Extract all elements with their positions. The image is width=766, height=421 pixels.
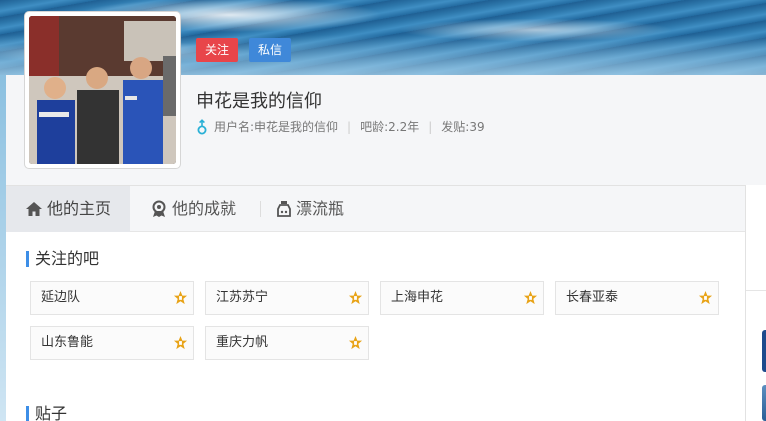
star-badge-icon xyxy=(173,335,188,350)
sidebar-divider xyxy=(746,290,766,291)
followed-bars-title: 关注的吧 xyxy=(26,251,99,267)
bar-card-name: 上海申花 xyxy=(391,290,444,305)
main-content: 他的主页 他的成就 漂流瓶 关注的吧 延边队 江苏苏宁 上海申花 长春亚泰 山东… xyxy=(6,185,745,421)
profile-tabs: 他的主页 他的成就 漂流瓶 xyxy=(6,186,745,232)
star-badge-icon xyxy=(348,290,363,305)
star-badge-icon xyxy=(698,290,713,305)
meta-bar-age: 吧龄:2.2年 xyxy=(360,120,420,134)
bottle-icon xyxy=(277,201,291,217)
sidebar-thumbnail[interactable] xyxy=(762,330,766,372)
medal-icon xyxy=(152,200,166,217)
profile-meta: 用户名:申花是我的信仰 | 吧龄:2.2年 | 发贴:39 xyxy=(196,118,485,135)
follow-button[interactable]: 关注 xyxy=(196,38,239,62)
home-icon xyxy=(26,202,42,216)
tab-drift-bottle-label: 漂流瓶 xyxy=(296,199,345,218)
bar-card-name: 江苏苏宁 xyxy=(216,290,269,305)
tab-divider xyxy=(260,201,261,217)
meta-divider: | xyxy=(428,119,433,134)
bar-card-name: 重庆力帆 xyxy=(216,335,269,350)
star-badge-icon xyxy=(173,290,188,305)
bar-card-name: 山东鲁能 xyxy=(41,335,94,350)
tab-achievements-label: 他的成就 xyxy=(172,199,237,218)
bar-card-name: 延边队 xyxy=(41,290,81,305)
star-badge-icon xyxy=(523,290,538,305)
bar-card[interactable]: 长春亚泰 xyxy=(555,281,719,315)
right-sidebar xyxy=(745,185,766,421)
bar-card-name: 长春亚泰 xyxy=(566,290,619,305)
tab-achievements[interactable]: 他的成就 xyxy=(150,186,236,232)
message-button[interactable]: 私信 xyxy=(249,38,292,62)
avatar-photo xyxy=(29,16,176,164)
meta-divider: | xyxy=(347,119,352,134)
tab-home[interactable]: 他的主页 xyxy=(6,186,130,232)
avatar-frame[interactable] xyxy=(24,11,181,169)
tab-drift-bottle[interactable]: 漂流瓶 xyxy=(276,186,344,232)
male-gender-icon xyxy=(197,118,207,134)
avatar[interactable] xyxy=(29,16,176,164)
profile-username: 申花是我的信仰 xyxy=(196,91,322,112)
bar-card[interactable]: 山东鲁能 xyxy=(30,326,194,360)
bar-card[interactable]: 上海申花 xyxy=(380,281,544,315)
sidebar-thumbnail[interactable] xyxy=(762,385,766,421)
tab-home-label: 他的主页 xyxy=(47,199,112,218)
bar-card[interactable]: 重庆力帆 xyxy=(205,326,369,360)
bar-card[interactable]: 江苏苏宁 xyxy=(205,281,369,315)
bar-card[interactable]: 延边队 xyxy=(30,281,194,315)
meta-username: 用户名:申花是我的信仰 xyxy=(214,120,339,134)
meta-post-count: 发贴:39 xyxy=(441,120,485,134)
star-badge-icon xyxy=(348,335,363,350)
posts-title: 贴子 xyxy=(26,406,67,421)
